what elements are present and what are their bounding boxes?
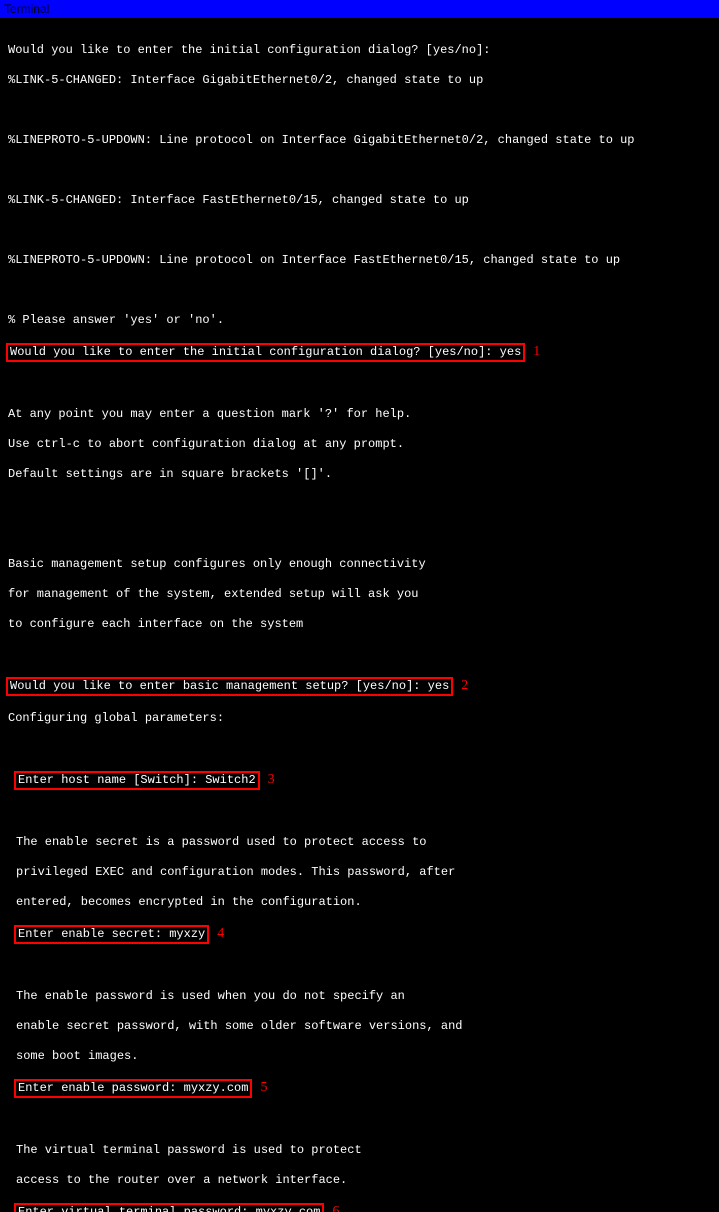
output-line: for management of the system, extended s… bbox=[8, 587, 711, 602]
highlight-box-2: Would you like to enter basic management… bbox=[6, 677, 453, 696]
row: Enter host name [Switch]: Switch2 3 bbox=[8, 771, 711, 790]
row: Enter enable password: myxzy.com 5 bbox=[8, 1079, 711, 1098]
output-line: Basic management setup configures only e… bbox=[8, 557, 711, 572]
blank-line bbox=[8, 163, 711, 178]
row: Enter virtual terminal password: myxzy.c… bbox=[8, 1203, 711, 1212]
highlight-box-4: Enter enable secret: myxzy bbox=[14, 925, 209, 944]
blank-line bbox=[8, 283, 711, 298]
blank-line bbox=[8, 497, 711, 512]
annotation-4: 4 bbox=[217, 926, 224, 941]
output-line: %LINK-5-CHANGED: Interface GigabitEthern… bbox=[8, 73, 711, 88]
output-line: %LINEPROTO-5-UPDOWN: Line protocol on In… bbox=[8, 133, 711, 148]
window-titlebar: Terminal bbox=[0, 0, 719, 18]
annotation-1: 1 bbox=[533, 344, 540, 359]
highlight-box-5: Enter enable password: myxzy.com bbox=[14, 1079, 252, 1098]
blank-line bbox=[8, 377, 711, 392]
highlight-box-3: Enter host name [Switch]: Switch2 bbox=[14, 771, 260, 790]
output-line: The virtual terminal password is used to… bbox=[8, 1143, 711, 1158]
terminal-output[interactable]: Would you like to enter the initial conf… bbox=[0, 18, 719, 1212]
output-line: The enable password is used when you do … bbox=[8, 989, 711, 1004]
blank-line bbox=[8, 527, 711, 542]
blank-line bbox=[8, 959, 711, 974]
blank-line bbox=[8, 805, 711, 820]
annotation-6: 6 bbox=[332, 1204, 339, 1212]
output-line: enable secret password, with some older … bbox=[8, 1019, 711, 1034]
output-line: At any point you may enter a question ma… bbox=[8, 407, 711, 422]
output-line: % Please answer 'yes' or 'no'. bbox=[8, 313, 711, 328]
blank-line bbox=[8, 103, 711, 118]
annotation-3: 3 bbox=[268, 772, 275, 787]
blank-line bbox=[8, 1113, 711, 1128]
output-line: privileged EXEC and configuration modes.… bbox=[8, 865, 711, 880]
annotation-2: 2 bbox=[461, 678, 468, 693]
row: Would you like to enter basic management… bbox=[8, 677, 711, 696]
blank-line bbox=[8, 741, 711, 756]
highlight-box-1: Would you like to enter the initial conf… bbox=[6, 343, 525, 362]
blank-line bbox=[8, 647, 711, 662]
highlight-box-6: Enter virtual terminal password: myxzy.c… bbox=[14, 1203, 324, 1212]
output-line: to configure each interface on the syste… bbox=[8, 617, 711, 632]
blank-line bbox=[8, 223, 711, 238]
row: Enter enable secret: myxzy 4 bbox=[8, 925, 711, 944]
window-title: Terminal bbox=[4, 2, 49, 16]
annotation-5: 5 bbox=[260, 1080, 267, 1095]
output-line: access to the router over a network inte… bbox=[8, 1173, 711, 1188]
row: Would you like to enter the initial conf… bbox=[8, 343, 711, 362]
output-line: Use ctrl-c to abort configuration dialog… bbox=[8, 437, 711, 452]
output-line: entered, becomes encrypted in the config… bbox=[8, 895, 711, 910]
output-line: Would you like to enter the initial conf… bbox=[8, 43, 711, 58]
output-line: Configuring global parameters: bbox=[8, 711, 711, 726]
output-line: %LINK-5-CHANGED: Interface FastEthernet0… bbox=[8, 193, 711, 208]
output-line: Default settings are in square brackets … bbox=[8, 467, 711, 482]
output-line: The enable secret is a password used to … bbox=[8, 835, 711, 850]
output-line: some boot images. bbox=[8, 1049, 711, 1064]
output-line: %LINEPROTO-5-UPDOWN: Line protocol on In… bbox=[8, 253, 711, 268]
